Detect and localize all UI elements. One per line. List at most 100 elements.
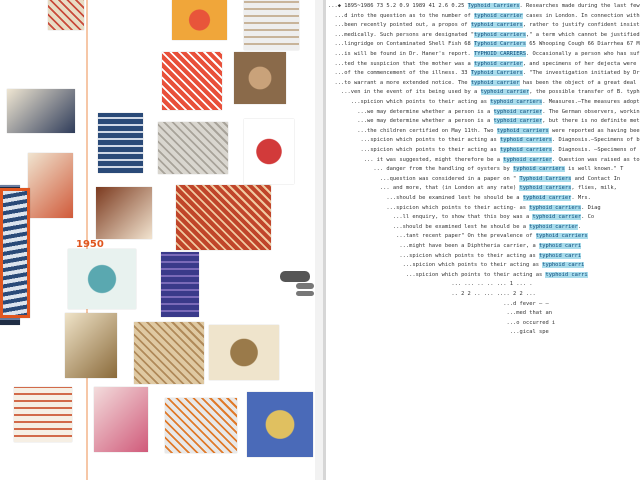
kwic-keyword[interactable]: typhoid carriers: [500, 137, 552, 144]
thumbnail-architectural-drawing[interactable]: [65, 313, 117, 378]
thumbnail-blue-wave-textile[interactable]: [98, 113, 143, 173]
kwic-keyword[interactable]: typhoid carri: [542, 262, 585, 269]
thumbnail-metal-bowl-object[interactable]: [158, 122, 228, 174]
kwic-line[interactable]: ...spicion which points to their acting …: [328, 261, 585, 269]
kwic-keyword[interactable]: typhoid carrier: [493, 108, 543, 115]
kwic-keyword[interactable]: typhoid carrier: [532, 214, 582, 221]
kwic-keyword[interactable]: typhoid carrier: [474, 60, 523, 67]
kwic-line[interactable]: ...spicion which points to their acting …: [328, 136, 640, 144]
kwic-context-before: ...is will be found in Dr. Haner's repor…: [328, 51, 475, 57]
kwic-line[interactable]: ...o occurred i: [328, 319, 555, 327]
kwic-line[interactable]: ...we may determine whether a person is …: [328, 117, 640, 125]
kwic-line[interactable]: ...ll enquiry, to show that this boy was…: [328, 213, 594, 221]
kwic-line[interactable]: ...should be examined lest he should be …: [328, 223, 581, 231]
kwic-line[interactable]: ... danger from the handling of oysters …: [328, 165, 623, 173]
kwic-line[interactable]: ...medically. Such persons are designate…: [328, 31, 640, 39]
thumbnail-purple-speckle-textile[interactable]: [161, 252, 199, 317]
kwic-keyword[interactable]: typhoid carrier: [474, 12, 523, 19]
thumbnail-teal-circle-pattern[interactable]: [68, 249, 136, 309]
kwic-line[interactable]: ...◆ 1895~1986 73 5.2 0.9 1989 41 2.6 0.…: [328, 2, 640, 10]
kwic-context-before: ...we may determine whether a person is …: [328, 118, 494, 125]
kwic-line[interactable]: ...should be examined lest he should be …: [328, 194, 591, 202]
kwic-line[interactable]: ... it was suggested, might therefore be…: [328, 156, 640, 164]
kwic-line[interactable]: ...ven in the event of its being used by…: [328, 88, 640, 96]
thumbnail-red-green-grid-sketch[interactable]: [244, 119, 294, 184]
kwic-context-before: ... ... .. .. ... 1 ... .: [328, 281, 533, 288]
kwic-line[interactable]: ...lingridge on Contaminated Shell Fish …: [328, 40, 640, 48]
kwic-keyword[interactable]: typhoid carrier: [470, 79, 520, 86]
kwic-line[interactable]: ...we may determine whether a person is …: [328, 108, 640, 116]
kwic-line[interactable]: ... ... .. .. ... 1 ... .: [328, 280, 532, 288]
thumbnail-orange-squares-print[interactable]: [172, 0, 227, 40]
thumbnail-scattered-pattern-print[interactable]: [28, 153, 73, 218]
thumbnail-red-figure-poster[interactable]: [162, 52, 222, 110]
kwic-keyword[interactable]: typhoid carrier: [522, 195, 572, 201]
kwic-line[interactable]: ...tant recent paper" On the prevalence …: [328, 232, 588, 240]
kwic-keyword[interactable]: typhoid carrier: [480, 89, 530, 96]
kwic-line[interactable]: ...to warrant a more extended notice. Th…: [328, 79, 640, 87]
thumbnail-pink-dot-textile[interactable]: [94, 387, 148, 452]
kwic-keyword[interactable]: typhoid carriers: [519, 185, 572, 192]
kwic-keyword[interactable]: Typhoid Carriers: [519, 175, 572, 182]
kwic-keyword[interactable]: typhoid carriers: [535, 233, 588, 240]
kwic-keyword[interactable]: TYPHOID CARRIERS: [474, 51, 526, 57]
year-label: 1950: [76, 239, 104, 250]
timeline-gallery-panel[interactable]: 1950: [0, 0, 323, 480]
thumbnail-brown-flower-pattern[interactable]: [96, 187, 152, 239]
thumbnail-grid-net-textile[interactable]: [14, 387, 72, 442]
thumbnail-selected-wave-textile[interactable]: [0, 188, 30, 318]
kwic-context-after: is well known." T: [564, 166, 624, 173]
thumbnail-geometric-tile-print[interactable]: [7, 89, 75, 133]
kwic-keyword[interactable]: Typhoid Carriers: [467, 3, 520, 9]
kwic-line[interactable]: .. 2 2 .. ... .... 2 2 ...: [328, 290, 535, 298]
kwic-keyword[interactable]: Typhoid Carriers: [474, 41, 526, 48]
kwic-keyword[interactable]: typhoid carriers: [496, 127, 549, 134]
kwic-line[interactable]: ...d into the question as to the number …: [328, 12, 640, 20]
thumbnail-polaroid-camera[interactable]: [165, 398, 237, 453]
kwic-line[interactable]: ...of the commencement of the illness. 3…: [328, 69, 640, 77]
kwic-keyword[interactable]: typhoid carri: [538, 252, 582, 259]
kwic-context-before: ...spicion which points to their acting …: [328, 99, 491, 105]
kwic-line[interactable]: ...is will be found in Dr. Haner's repor…: [328, 50, 640, 58]
kwic-line[interactable]: ...gical spe: [328, 328, 549, 336]
drag-handle[interactable]: [280, 271, 310, 282]
kwic-line[interactable]: ...spicion which points to their acting …: [328, 98, 640, 106]
thumbnail-wire-cube-sculpture[interactable]: [244, 0, 299, 50]
kwic-context-before: ...d into the question as to the number …: [328, 12, 475, 19]
kwic-line[interactable]: ...the children certified on May 11th. T…: [328, 127, 640, 135]
panel-scrollbar[interactable]: [315, 0, 323, 480]
kwic-keyword[interactable]: typhoid carriers: [500, 147, 552, 153]
thumbnail-top-left-print[interactable]: [48, 0, 84, 30]
kwic-keyword[interactable]: typhoid carrier: [493, 118, 543, 125]
thumbnail-red-tile-pattern[interactable]: [176, 185, 271, 250]
kwic-keyword[interactable]: typhoid carri: [538, 243, 582, 249]
kwic-line[interactable]: ...spicion which points to their acting …: [328, 271, 588, 279]
kwic-line[interactable]: ...spicion which points to their acting …: [328, 146, 640, 154]
kwic-keyword[interactable]: typhoid carriers: [529, 204, 582, 211]
drag-handle-bar-lower[interactable]: [296, 291, 314, 296]
kwic-line[interactable]: ...spicion which points to their acting …: [328, 252, 582, 260]
kwic-keyword[interactable]: typhoid carriers: [490, 99, 543, 105]
kwic-line[interactable]: ... and more, that (in London at any rat…: [328, 184, 617, 192]
kwic-keyword[interactable]: typhoid carriers: [470, 22, 523, 29]
thumbnail-blue-floral-textile[interactable]: [247, 392, 313, 457]
kwic-line[interactable]: ...question was considered in a paper on…: [328, 175, 620, 183]
thumbnail-woven-mat[interactable]: [134, 322, 204, 384]
thumbnail-plan-drawing[interactable]: [209, 325, 279, 380]
kwic-line[interactable]: ...d fever — —: [328, 300, 548, 308]
kwic-keyword[interactable]: typhoid carrier: [529, 223, 578, 230]
keyword-in-context-panel[interactable]: ...◆ 1895~1986 73 5.2 0.9 1989 41 2.6 0.…: [326, 0, 640, 480]
kwic-line[interactable]: ...been recently pointed out, a propos o…: [328, 21, 640, 29]
kwic-keyword[interactable]: typhoid carrier: [503, 156, 552, 163]
kwic-keyword[interactable]: typhoid carriers: [513, 166, 565, 173]
kwic-keyword[interactable]: typhoid carri: [545, 271, 588, 278]
kwic-line[interactable]: ...ted the suspicion that the mother was…: [328, 60, 640, 68]
kwic-line[interactable]: ...med that an: [328, 309, 551, 317]
kwic-line[interactable]: ...might have been a Diphtheria carrier,…: [328, 242, 582, 250]
kwic-line[interactable]: ...spicion which points to their acting-…: [328, 204, 601, 212]
drag-handle-bar[interactable]: [296, 283, 314, 289]
kwic-keyword[interactable]: typhoid carriers: [474, 31, 526, 38]
kwic-context-before: ...ll enquiry, to show that this boy was…: [328, 214, 533, 221]
kwic-keyword[interactable]: Typhoid Carriers: [470, 70, 523, 77]
thumbnail-rusted-box[interactable]: [234, 52, 286, 104]
